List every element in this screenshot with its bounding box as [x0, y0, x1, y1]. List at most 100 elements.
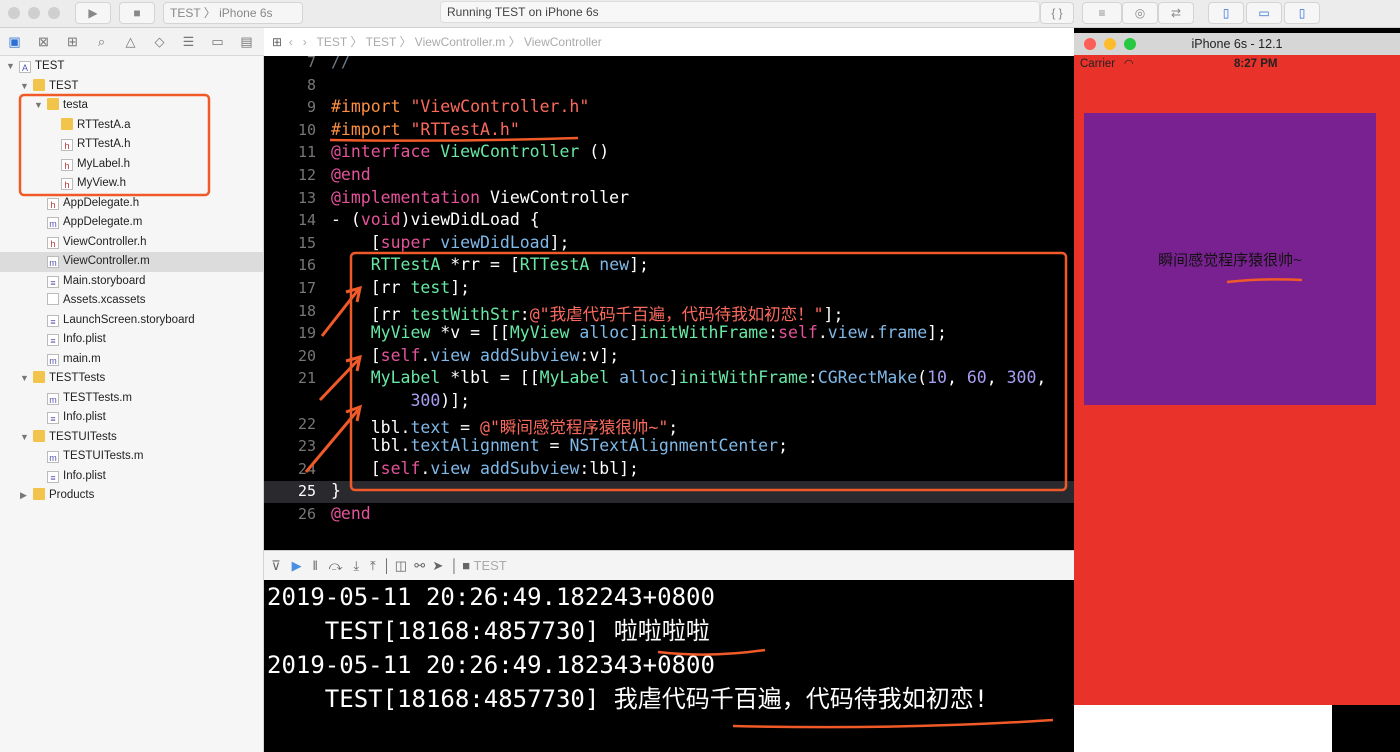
navigator-item[interactable]: m main.m	[0, 350, 263, 370]
scheme-selector[interactable]: TEST 〉 iPhone 6s	[163, 2, 303, 24]
zoom-button[interactable]	[1124, 38, 1136, 50]
navigator-item[interactable]: m TESTTests.m	[0, 389, 263, 409]
my-view: 瞬间感觉程序猿很帅~	[1084, 113, 1376, 405]
standard-editor-button[interactable]: ≡	[1082, 2, 1122, 24]
console-line: TEST[18168:4857730] 啦啦啦啦	[267, 617, 710, 645]
zoom-button[interactable]	[48, 7, 60, 19]
jump-item[interactable]: TEST	[366, 35, 396, 49]
navigator-item[interactable]: ▼ TESTUITests	[0, 428, 263, 448]
location-icon[interactable]: ➤	[432, 558, 443, 573]
grid-icon[interactable]: ⊞	[272, 35, 282, 49]
navigator-item[interactable]: ▼ A TEST	[0, 57, 263, 77]
toggle-inspector-button[interactable]: ▯	[1284, 2, 1320, 24]
code-line: }	[331, 481, 341, 501]
step-over-icon[interactable]: ⤼	[329, 558, 343, 573]
version-editor-button[interactable]: ⇄	[1158, 2, 1194, 24]
minimize-button[interactable]	[1104, 38, 1116, 50]
navigator-item[interactable]: h RTTestA.h	[0, 135, 263, 155]
toggle-debug-button[interactable]: ▭	[1246, 2, 1282, 24]
console-line: 2019-05-11 20:26:49.182343+0800	[267, 651, 715, 679]
memory-graph-icon[interactable]: ⚯	[414, 558, 425, 573]
disclosure-open-icon[interactable]: ▼	[6, 57, 15, 77]
navigator-item-label: AppDelegate.h	[63, 196, 140, 209]
breakpoint-icon[interactable]: ▭	[203, 28, 232, 55]
hierarchy-icon[interactable]: ⊞	[58, 28, 87, 55]
disclosure-closed-icon[interactable]: ▶	[20, 486, 27, 506]
navigator-item[interactable]: ≡ Info.plist	[0, 408, 263, 428]
back-icon[interactable]: ‹	[289, 35, 293, 49]
search-icon[interactable]: ⌕	[87, 28, 116, 55]
code-line: [rr testWithStr:@"我虐代码千百遍，代码待我如初恋！"];	[331, 304, 844, 324]
background-window	[1074, 705, 1332, 752]
line-number: 15	[297, 233, 316, 252]
navigator-item[interactable]: ≡ Main.storyboard	[0, 272, 263, 292]
code-line: [self.view addSubview:v];	[331, 345, 620, 365]
source-control-icon[interactable]: ⊠	[29, 28, 58, 55]
navigator-item-label: TESTTests.m	[63, 391, 133, 404]
code-line: [self.view addSubview:lbl];	[331, 458, 639, 478]
view-debugger-icon[interactable]: ◫	[395, 558, 407, 573]
close-button[interactable]	[1084, 38, 1096, 50]
folder-icon	[33, 488, 45, 500]
disclosure-open-icon[interactable]: ▼	[34, 96, 43, 116]
navigator-item-label: ViewController.m	[63, 255, 150, 267]
plist-icon: ≡	[47, 334, 59, 346]
navigator-item[interactable]: h MyView.h	[0, 174, 263, 194]
report-icon[interactable]: ▤	[232, 28, 261, 55]
navigator-item[interactable]: h AppDelegate.h	[0, 194, 263, 214]
disclosure-open-icon[interactable]: ▼	[20, 369, 29, 389]
disclosure-open-icon[interactable]: ▼	[20, 77, 29, 97]
navigator-item[interactable]: ▼ TESTTests	[0, 369, 263, 389]
navigator-item[interactable]: m TESTUITests.m	[0, 447, 263, 467]
warning-icon[interactable]: △	[116, 28, 145, 55]
forward-icon[interactable]: ›	[303, 35, 307, 49]
navigator-item[interactable]: h ViewController.h	[0, 233, 263, 253]
debug-icon[interactable]: ☰	[174, 28, 203, 55]
navigator-item[interactable]: ≡ Info.plist	[0, 467, 263, 487]
jump-item[interactable]: TEST	[317, 35, 347, 49]
navigator-item[interactable]: h MyLabel.h	[0, 155, 263, 175]
navigator-item[interactable]: ▼ testa	[0, 96, 263, 116]
jump-item[interactable]: ViewController.m	[415, 35, 505, 49]
line-number: 10	[297, 120, 316, 139]
code-editor[interactable]: 7 // 8 9 #import "ViewController.h" 10 #import…	[264, 56, 1074, 550]
minimize-button[interactable]	[28, 7, 40, 19]
disclosure-open-icon[interactable]: ▼	[20, 428, 29, 448]
close-button[interactable]	[8, 7, 20, 19]
navigator-item[interactable]: ▼ TEST	[0, 77, 263, 97]
step-out-icon[interactable]: ⤒	[370, 558, 376, 573]
navigator-item[interactable]: m ViewController.m	[0, 252, 263, 272]
folder-icon[interactable]: ▣	[0, 28, 29, 55]
source-file-icon: m	[47, 451, 59, 463]
pause-icon[interactable]: ‖	[312, 558, 317, 573]
navigator-item[interactable]: ≡ Info.plist	[0, 330, 263, 350]
navigator-item[interactable]: ≡ LaunchScreen.storyboard	[0, 311, 263, 331]
test-icon[interactable]: ◇	[145, 28, 174, 55]
jump-item[interactable]: ViewController	[524, 35, 602, 49]
hide-debug-icon[interactable]: ⊽	[271, 558, 281, 573]
console-output[interactable]: 2019-05-11 20:26:49.182243+0800 TEST[181…	[264, 580, 1074, 752]
navigator-item-label: Products	[49, 489, 95, 501]
stop-button[interactable]: ■	[119, 2, 155, 24]
navigator-item[interactable]: ▶ Products	[0, 486, 263, 506]
navigator-item-label: TESTUITests.m	[63, 450, 144, 462]
carrier: Carrier	[1080, 58, 1116, 70]
assistant-editor-button[interactable]: ◎	[1122, 2, 1158, 24]
navigator-item[interactable]: RTTestA.a	[0, 116, 263, 136]
source-file-icon: m	[47, 353, 59, 366]
code-line: 300)];	[410, 391, 471, 410]
code-line: MyView *v = [[MyView alloc]initWithFrame…	[370, 323, 947, 343]
assets-icon	[47, 293, 59, 305]
navigator-item[interactable]: m AppDelegate.m	[0, 213, 263, 233]
step-in-icon[interactable]: ⤓	[353, 558, 359, 573]
navigator-item[interactable]: Assets.xcassets	[0, 291, 263, 311]
breakpoints-icon[interactable]: ▶	[292, 558, 302, 573]
code-line: RTTestA *rr = [RTTestA new];	[370, 255, 649, 275]
my-label: 瞬间感觉程序猿很帅~	[1158, 251, 1302, 269]
activity-status: Running TEST on iPhone 6s	[440, 1, 1040, 23]
plist-icon: ≡	[47, 470, 59, 483]
library-button[interactable]: { }	[1040, 2, 1074, 24]
navigator-item-label: TEST	[35, 60, 65, 72]
toggle-navigator-button[interactable]: ▯	[1208, 2, 1244, 24]
run-button[interactable]: ▶	[75, 2, 111, 24]
